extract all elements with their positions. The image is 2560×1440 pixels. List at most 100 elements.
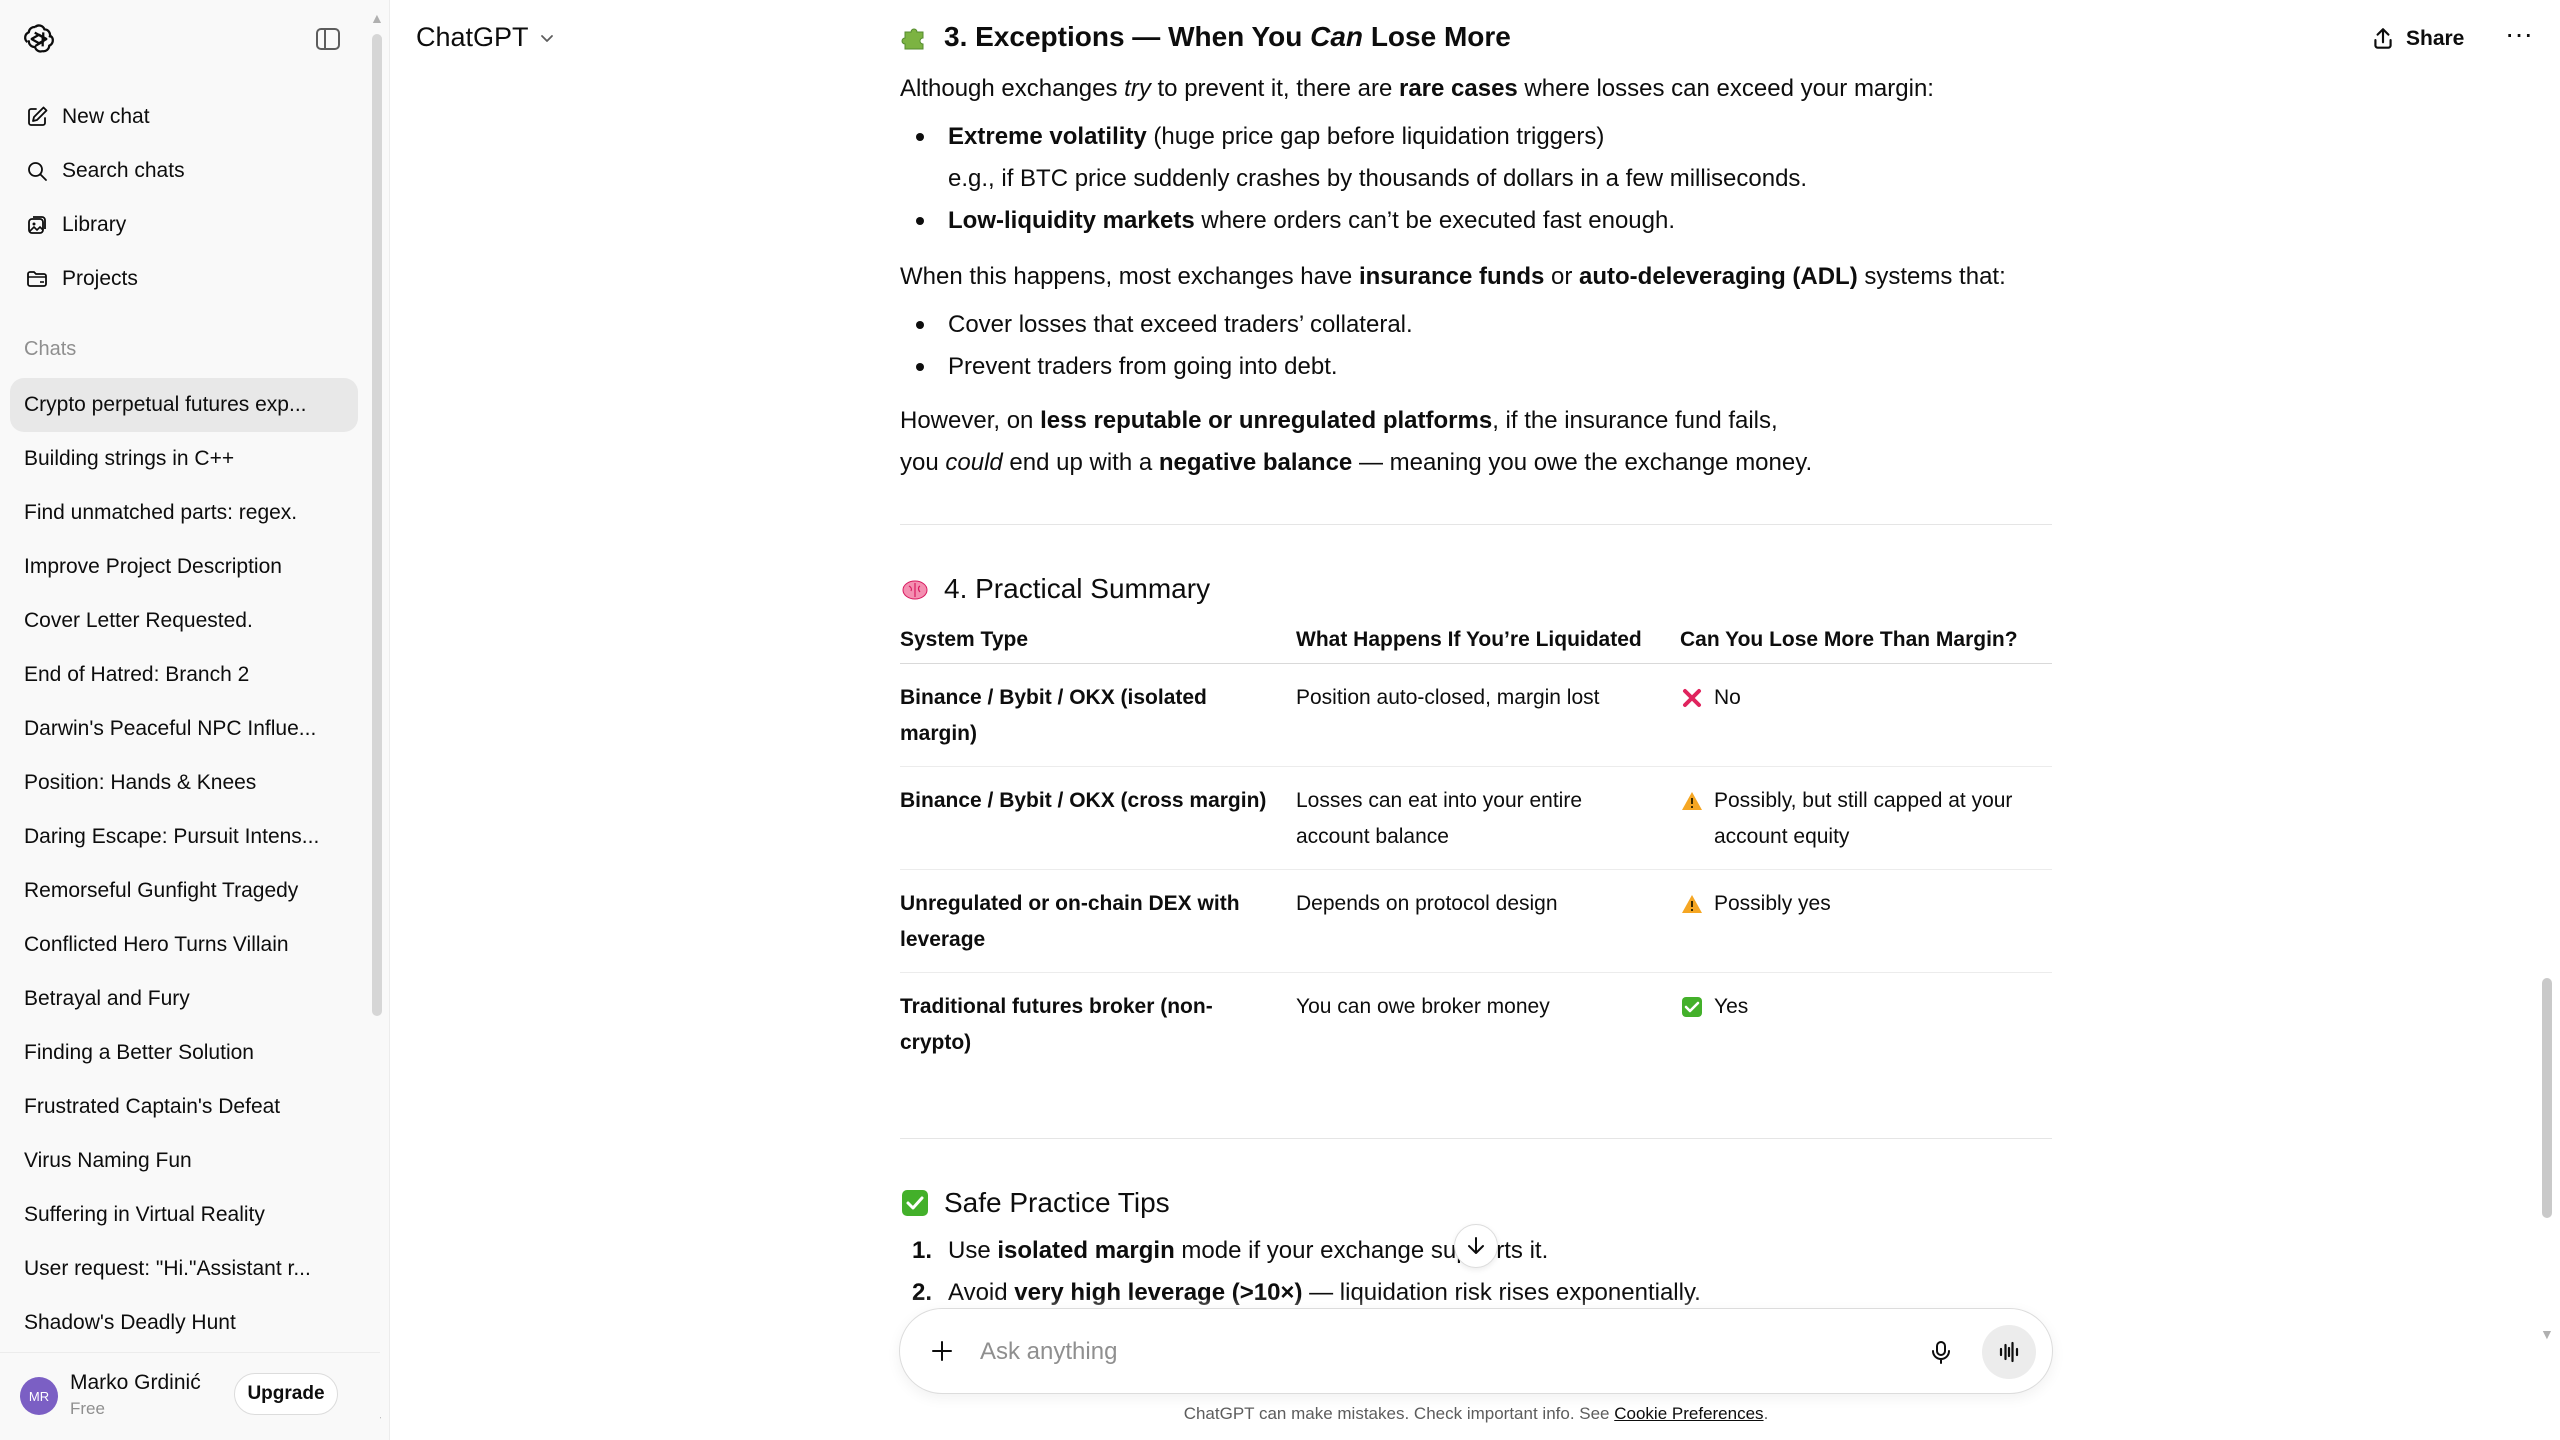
chat-item[interactable]: Daring Escape: Pursuit Intens...: [10, 810, 358, 864]
sidebar-scrollbar[interactable]: [372, 34, 382, 1016]
brain-icon: [900, 574, 930, 604]
chat-item[interactable]: Betrayal and Fury: [10, 972, 358, 1026]
table-header-cell: What Happens If You’re Liquidated: [1296, 628, 1642, 651]
library-button[interactable]: Library: [10, 198, 360, 252]
table-row: Unregulated or on-chain DEX with leverag…: [900, 870, 2052, 973]
text: or: [1544, 263, 1580, 290]
text: to prevent it, there are: [1150, 75, 1399, 102]
table-cell: Yes: [1680, 989, 2052, 1025]
section-heading-summary: 4. Practical Summary: [900, 568, 1210, 610]
answer-text: Possibly yes: [1714, 892, 1831, 915]
text: systems that:: [1857, 263, 2006, 290]
main-scroll-down-arrow[interactable]: ▼: [2540, 1326, 2554, 1342]
strong: isolated margin: [997, 1237, 1175, 1264]
cookie-preferences-link[interactable]: Cookie Preferences: [1614, 1404, 1763, 1423]
prompt-input[interactable]: [980, 1335, 1880, 1369]
answer-text: No: [1714, 686, 1741, 709]
heading-text: 3. Exceptions — When You: [944, 21, 1311, 52]
heading-text: Lose More: [1363, 21, 1511, 52]
projects-button[interactable]: Projects: [10, 252, 360, 306]
chat-item[interactable]: Cover Letter Requested.: [10, 594, 358, 648]
chat-item[interactable]: Remorseful Gunfight Tragedy: [10, 864, 358, 918]
answer-text: Possibly, but still capped at your accou…: [1714, 789, 2013, 848]
user-plan: Free: [70, 1399, 105, 1418]
paragraph: Although exchanges try to prevent it, th…: [900, 68, 1934, 110]
nav-label: Search chats: [62, 159, 185, 182]
text: , if the insurance fund fails,: [1492, 407, 1778, 434]
chat-item[interactable]: Darwin's Peaceful NPC Influe...: [10, 702, 358, 756]
chat-item[interactable]: Conflicted Hero Turns Villain: [10, 918, 358, 972]
search-chats-button[interactable]: Search chats: [10, 144, 360, 198]
list-number: 1.: [912, 1237, 933, 1264]
heading-emphasis: Can: [1310, 21, 1364, 52]
list-item-subtext: e.g., if BTC price suddenly crashes by t…: [948, 165, 1808, 192]
text: When this happens, most exchanges have: [900, 263, 1359, 290]
chat-item[interactable]: Position: Hands & Knees: [10, 756, 358, 810]
chat-item[interactable]: Improve Project Description: [10, 540, 358, 594]
share-button[interactable]: Share: [2370, 22, 2464, 56]
dictate-button[interactable]: [1924, 1335, 1958, 1369]
chat-item[interactable]: Crypto perpetual futures exp...: [10, 378, 358, 432]
attach-button[interactable]: [924, 1333, 960, 1369]
model-selector[interactable]: ChatGPT: [416, 22, 555, 53]
table-cell: Depends on protocol design: [1296, 892, 1558, 915]
list-item: Low-liquidity markets where orders can’t…: [915, 200, 1675, 242]
chat-item[interactable]: Find unmatched parts: regex.: [10, 486, 358, 540]
table-header-row: System Type What Happens If You’re Liqui…: [900, 618, 2052, 664]
scroll-to-bottom-button[interactable]: [1454, 1224, 1498, 1268]
table-row: Binance / Bybit / OKX (isolated margin) …: [900, 664, 2052, 767]
list-item: Prevent traders from going into debt.: [916, 346, 1338, 388]
chat-item[interactable]: Building strings in C++: [10, 432, 358, 486]
chat-item[interactable]: Frustrated Captain's Defeat: [10, 1080, 358, 1134]
text: end up with a: [1002, 449, 1159, 476]
openai-logo-icon[interactable]: [22, 22, 56, 56]
user-account-footer: MR Marko Grdinić Free Upgrade: [0, 1352, 380, 1440]
table-cell: Position auto-closed, margin lost: [1296, 686, 1600, 709]
sidebar-toggle-icon[interactable]: [314, 26, 342, 52]
answer-text: Yes: [1714, 995, 1749, 1018]
paragraph: When this happens, most exchanges have i…: [900, 256, 2006, 298]
upgrade-button[interactable]: Upgrade: [234, 1373, 338, 1415]
table-cell: No: [1680, 680, 2052, 716]
chats-section-label: Chats: [24, 338, 77, 360]
message-composer: [899, 1308, 2053, 1394]
main-scrollbar[interactable]: [2542, 978, 2552, 1218]
emphasis: could: [945, 449, 1003, 476]
sidebar-header: [0, 0, 390, 80]
text: where losses can exceed your margin:: [1517, 75, 1934, 102]
table-cell: Binance / Bybit / OKX (cross margin): [900, 789, 1267, 812]
divider: [900, 1138, 2052, 1139]
library-icon: [24, 212, 50, 238]
table-cell: Binance / Bybit / OKX (isolated margin): [900, 686, 1207, 745]
table-header-cell: System Type: [900, 628, 1028, 651]
chat-item[interactable]: User request: "Hi."Assistant r...: [10, 1242, 358, 1296]
puzzle-piece-icon: [900, 22, 930, 52]
voice-waveform-icon: [1999, 1341, 2019, 1363]
heading-text: Safe Practice Tips: [944, 1187, 1170, 1218]
avatar[interactable]: MR: [20, 1377, 58, 1415]
emphasis: try: [1124, 75, 1151, 102]
disclaimer: ChatGPT can make mistakes. Check importa…: [900, 1404, 2052, 1424]
sidebar-nav: New chat Search chats Library Projects: [10, 90, 360, 306]
cross-mark-icon: [1680, 686, 1704, 710]
chat-item[interactable]: Virus Naming Fun: [10, 1134, 358, 1188]
sidebar: New chat Search chats Library Projects C…: [0, 0, 390, 1440]
voice-mode-button[interactable]: [1982, 1325, 2036, 1379]
disclaimer-text: ChatGPT can make mistakes. Check importa…: [1183, 1404, 1615, 1423]
strong: rare cases: [1398, 75, 1518, 102]
table-cell: You can owe broker money: [1296, 995, 1550, 1018]
chat-item[interactable]: End of Hatred: Branch 2: [10, 648, 358, 702]
strong: Extreme volatility: [948, 123, 1147, 150]
disclaimer-end: .: [1763, 1404, 1769, 1423]
table-row: Binance / Bybit / OKX (cross margin) Los…: [900, 767, 2052, 870]
chat-item[interactable]: Shadow's Deadly Hunt: [10, 1296, 358, 1350]
nav-label: New chat: [62, 105, 150, 128]
more-options-icon[interactable]: ···: [2504, 20, 2534, 54]
share-icon: [2374, 28, 2392, 49]
sidebar-scroll-up-arrow[interactable]: ▲: [370, 10, 384, 26]
strong: less reputable or unregulated platforms: [1040, 407, 1493, 434]
chat-item[interactable]: Suffering in Virtual Reality: [10, 1188, 358, 1242]
new-chat-button[interactable]: New chat: [10, 90, 360, 144]
chat-item[interactable]: Finding a Better Solution: [10, 1026, 358, 1080]
pencil-square-icon: [24, 104, 50, 130]
